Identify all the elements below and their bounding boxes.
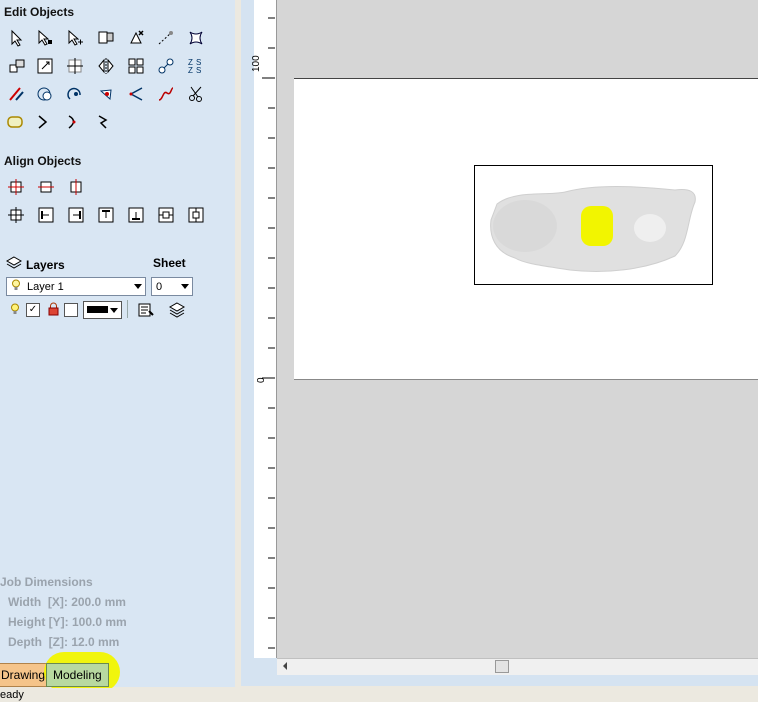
- spline-icon[interactable]: [155, 83, 177, 105]
- center-icon[interactable]: [64, 55, 86, 77]
- mirror-icon[interactable]: [95, 55, 117, 77]
- nest-icon[interactable]: ZSZS: [185, 55, 207, 77]
- ruler-label-100: 100: [251, 55, 262, 72]
- ruler-ticks: [262, 17, 275, 649]
- vertical-ruler: 100 0: [251, 0, 277, 658]
- align-top-icon[interactable]: [96, 205, 116, 225]
- job-depth: Depth [Z]: 12.0 mm: [8, 635, 120, 649]
- layers-icon: [5, 256, 23, 273]
- ruler-label-0: 0: [256, 377, 267, 383]
- highlight-mark: [581, 206, 613, 246]
- job-width: Width [X]: 200.0 mm: [8, 595, 126, 609]
- align-h-center-icon[interactable]: [36, 177, 56, 197]
- left-panel: Edit Objects ZSZS Align Objects Layers S…: [0, 0, 235, 662]
- measure-icon[interactable]: [155, 27, 177, 49]
- job-dimensions: Job Dimensions Width [X]: 200.0 mm Heigh…: [0, 572, 127, 652]
- sheet-select[interactable]: 0: [151, 277, 193, 296]
- layer-select-value: Layer 1: [27, 280, 64, 293]
- select-arrow-icon[interactable]: [6, 27, 28, 49]
- align-all-icon[interactable]: [6, 205, 26, 225]
- join-curve-icon[interactable]: [62, 111, 84, 133]
- trim-icon[interactable]: [6, 83, 28, 105]
- layer-properties-icon[interactable]: [137, 302, 155, 321]
- space-h-icon[interactable]: [156, 205, 176, 225]
- model-preview: [490, 186, 696, 272]
- tangent-icon[interactable]: [95, 83, 117, 105]
- node-edit-icon[interactable]: [34, 27, 56, 49]
- chevron-down-icon: [134, 284, 142, 289]
- edit-objects-title: Edit Objects: [4, 5, 75, 19]
- sheet-select-value: 0: [156, 280, 163, 293]
- align-objects-title: Align Objects: [4, 154, 82, 168]
- sheet-label: Sheet: [153, 256, 186, 270]
- chevron-down-icon: [110, 308, 118, 313]
- weld-icon[interactable]: [155, 55, 177, 77]
- layer-lock-checkbox[interactable]: [64, 303, 78, 317]
- divider: [127, 300, 128, 318]
- layer-manager-icon[interactable]: [168, 302, 186, 321]
- align-center-icon[interactable]: [6, 177, 26, 197]
- status-bar: eady: [0, 688, 758, 702]
- layer-color-swatch: [87, 306, 108, 313]
- svg-text:Z: Z: [188, 66, 193, 75]
- layers-header: Layers: [5, 256, 65, 273]
- align-right-icon[interactable]: [66, 205, 86, 225]
- array-icon[interactable]: [125, 55, 147, 77]
- horizontal-scrollbar[interactable]: [277, 658, 758, 675]
- align-bottom-icon[interactable]: [126, 205, 146, 225]
- panel-tabs: Drawing Modeling: [0, 652, 235, 692]
- layers-title: Layers: [26, 257, 65, 272]
- layer-visible-checkbox[interactable]: ✓: [26, 303, 40, 317]
- bulb-icon: [11, 279, 21, 294]
- chevron-down-icon: [181, 284, 189, 289]
- move-icon[interactable]: [6, 55, 28, 77]
- join-open-icon[interactable]: [32, 111, 54, 133]
- scroll-thumb[interactable]: [495, 660, 509, 673]
- node-add-icon[interactable]: [64, 27, 86, 49]
- offset-icon[interactable]: [34, 83, 56, 105]
- close-vector-icon[interactable]: [92, 111, 114, 133]
- fillet-icon[interactable]: [64, 83, 86, 105]
- boundary-icon[interactable]: [4, 111, 26, 133]
- layer-select[interactable]: Layer 1: [6, 277, 146, 296]
- align-v-center-icon[interactable]: [66, 177, 86, 197]
- delete-icon[interactable]: [125, 27, 147, 49]
- smooth-icon[interactable]: [125, 83, 147, 105]
- lock-icon[interactable]: [48, 302, 59, 319]
- distort-icon[interactable]: [185, 27, 207, 49]
- tab-modeling[interactable]: Modeling: [46, 663, 109, 687]
- job-dimensions-title: Job Dimensions: [0, 575, 93, 589]
- scale-icon[interactable]: [34, 55, 56, 77]
- job-height: Height [Y]: 100.0 mm: [8, 615, 127, 629]
- space-v-icon[interactable]: [186, 205, 206, 225]
- layer-color-picker[interactable]: [83, 301, 122, 319]
- selected-object-bbox[interactable]: [474, 165, 713, 285]
- layer-visible-bulb-icon[interactable]: [10, 303, 20, 319]
- status-text: eady: [0, 689, 24, 701]
- svg-text:S: S: [196, 66, 201, 75]
- scroll-left-icon[interactable]: [283, 662, 287, 670]
- transform-icon[interactable]: [95, 27, 117, 49]
- job-material-area[interactable]: [294, 78, 758, 380]
- align-left-icon[interactable]: [36, 205, 56, 225]
- scissors-icon[interactable]: [185, 83, 207, 105]
